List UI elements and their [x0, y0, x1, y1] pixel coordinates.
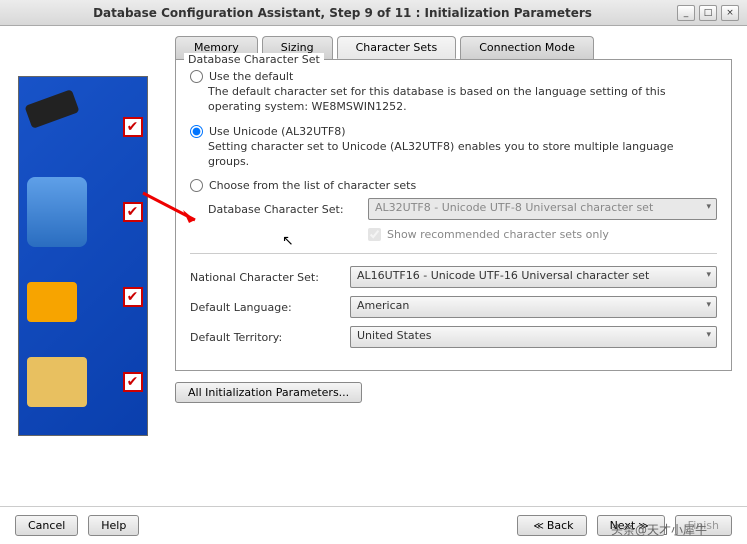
- maximize-button[interactable]: □: [699, 5, 717, 21]
- main-panel: Memory Sizing Character Sets Connection …: [165, 26, 747, 506]
- wizard-steps-panel: ✔ ✔ ✔ ✔: [18, 76, 148, 436]
- default-language-label: Default Language:: [190, 301, 350, 314]
- sidebar: ✔ ✔ ✔ ✔: [0, 26, 165, 506]
- radio-label: Choose from the list of character sets: [209, 179, 416, 192]
- default-territory-label: Default Territory:: [190, 331, 350, 344]
- folders-icon: [27, 357, 87, 407]
- close-button[interactable]: ×: [721, 5, 739, 21]
- character-set-fieldset: Database Character Set Use the default T…: [175, 59, 732, 371]
- separator: [190, 253, 717, 254]
- radio-label: Use the default: [209, 70, 293, 83]
- show-recommended-checkbox: [368, 228, 381, 241]
- back-button[interactable]: ≪Back: [517, 515, 586, 536]
- default-language-select[interactable]: American: [350, 296, 717, 318]
- radio-use-default-desc: The default character set for this datab…: [208, 85, 717, 115]
- shapes-icon: [27, 282, 77, 322]
- db-charset-select: AL32UTF8 - Unicode UTF-8 Universal chara…: [368, 198, 717, 220]
- tab-character-sets[interactable]: Character Sets: [337, 36, 457, 59]
- radio-use-default-input[interactable]: [190, 70, 203, 83]
- help-button[interactable]: Help: [88, 515, 139, 536]
- show-recommended-label: Show recommended character sets only: [387, 228, 609, 241]
- fieldset-legend: Database Character Set: [184, 53, 324, 66]
- chip-icon: [24, 89, 79, 129]
- chevron-left-icon: ≪: [533, 521, 543, 532]
- radio-use-unicode[interactable]: Use Unicode (AL32UTF8): [190, 125, 717, 138]
- radio-use-unicode-input[interactable]: [190, 125, 203, 138]
- radio-choose-list[interactable]: Choose from the list of character sets: [190, 179, 717, 192]
- all-init-params-button[interactable]: All Initialization Parameters...: [175, 382, 362, 403]
- national-charset-label: National Character Set:: [190, 271, 350, 284]
- titlebar: Database Configuration Assistant, Step 9…: [0, 0, 747, 26]
- radio-use-unicode-desc: Setting character set to Unicode (AL32UT…: [208, 140, 717, 170]
- step-check-icon: ✔: [123, 287, 143, 307]
- window-title: Database Configuration Assistant, Step 9…: [8, 6, 677, 20]
- minimize-button[interactable]: _: [677, 5, 695, 21]
- step-check-icon: ✔: [123, 202, 143, 222]
- watermark: 头条@天才小犀牛: [611, 521, 707, 538]
- step-check-icon: ✔: [123, 372, 143, 392]
- national-charset-select[interactable]: AL16UTF16 - Unicode UTF-16 Universal cha…: [350, 266, 717, 288]
- default-territory-select[interactable]: United States: [350, 326, 717, 348]
- tab-connection-mode[interactable]: Connection Mode: [460, 36, 594, 59]
- cancel-button[interactable]: Cancel: [15, 515, 78, 536]
- radio-label: Use Unicode (AL32UTF8): [209, 125, 345, 138]
- db-charset-label: Database Character Set:: [208, 203, 368, 216]
- database-icon: [27, 177, 87, 247]
- radio-use-default[interactable]: Use the default: [190, 70, 717, 83]
- radio-choose-list-input[interactable]: [190, 179, 203, 192]
- step-check-icon: ✔: [123, 117, 143, 137]
